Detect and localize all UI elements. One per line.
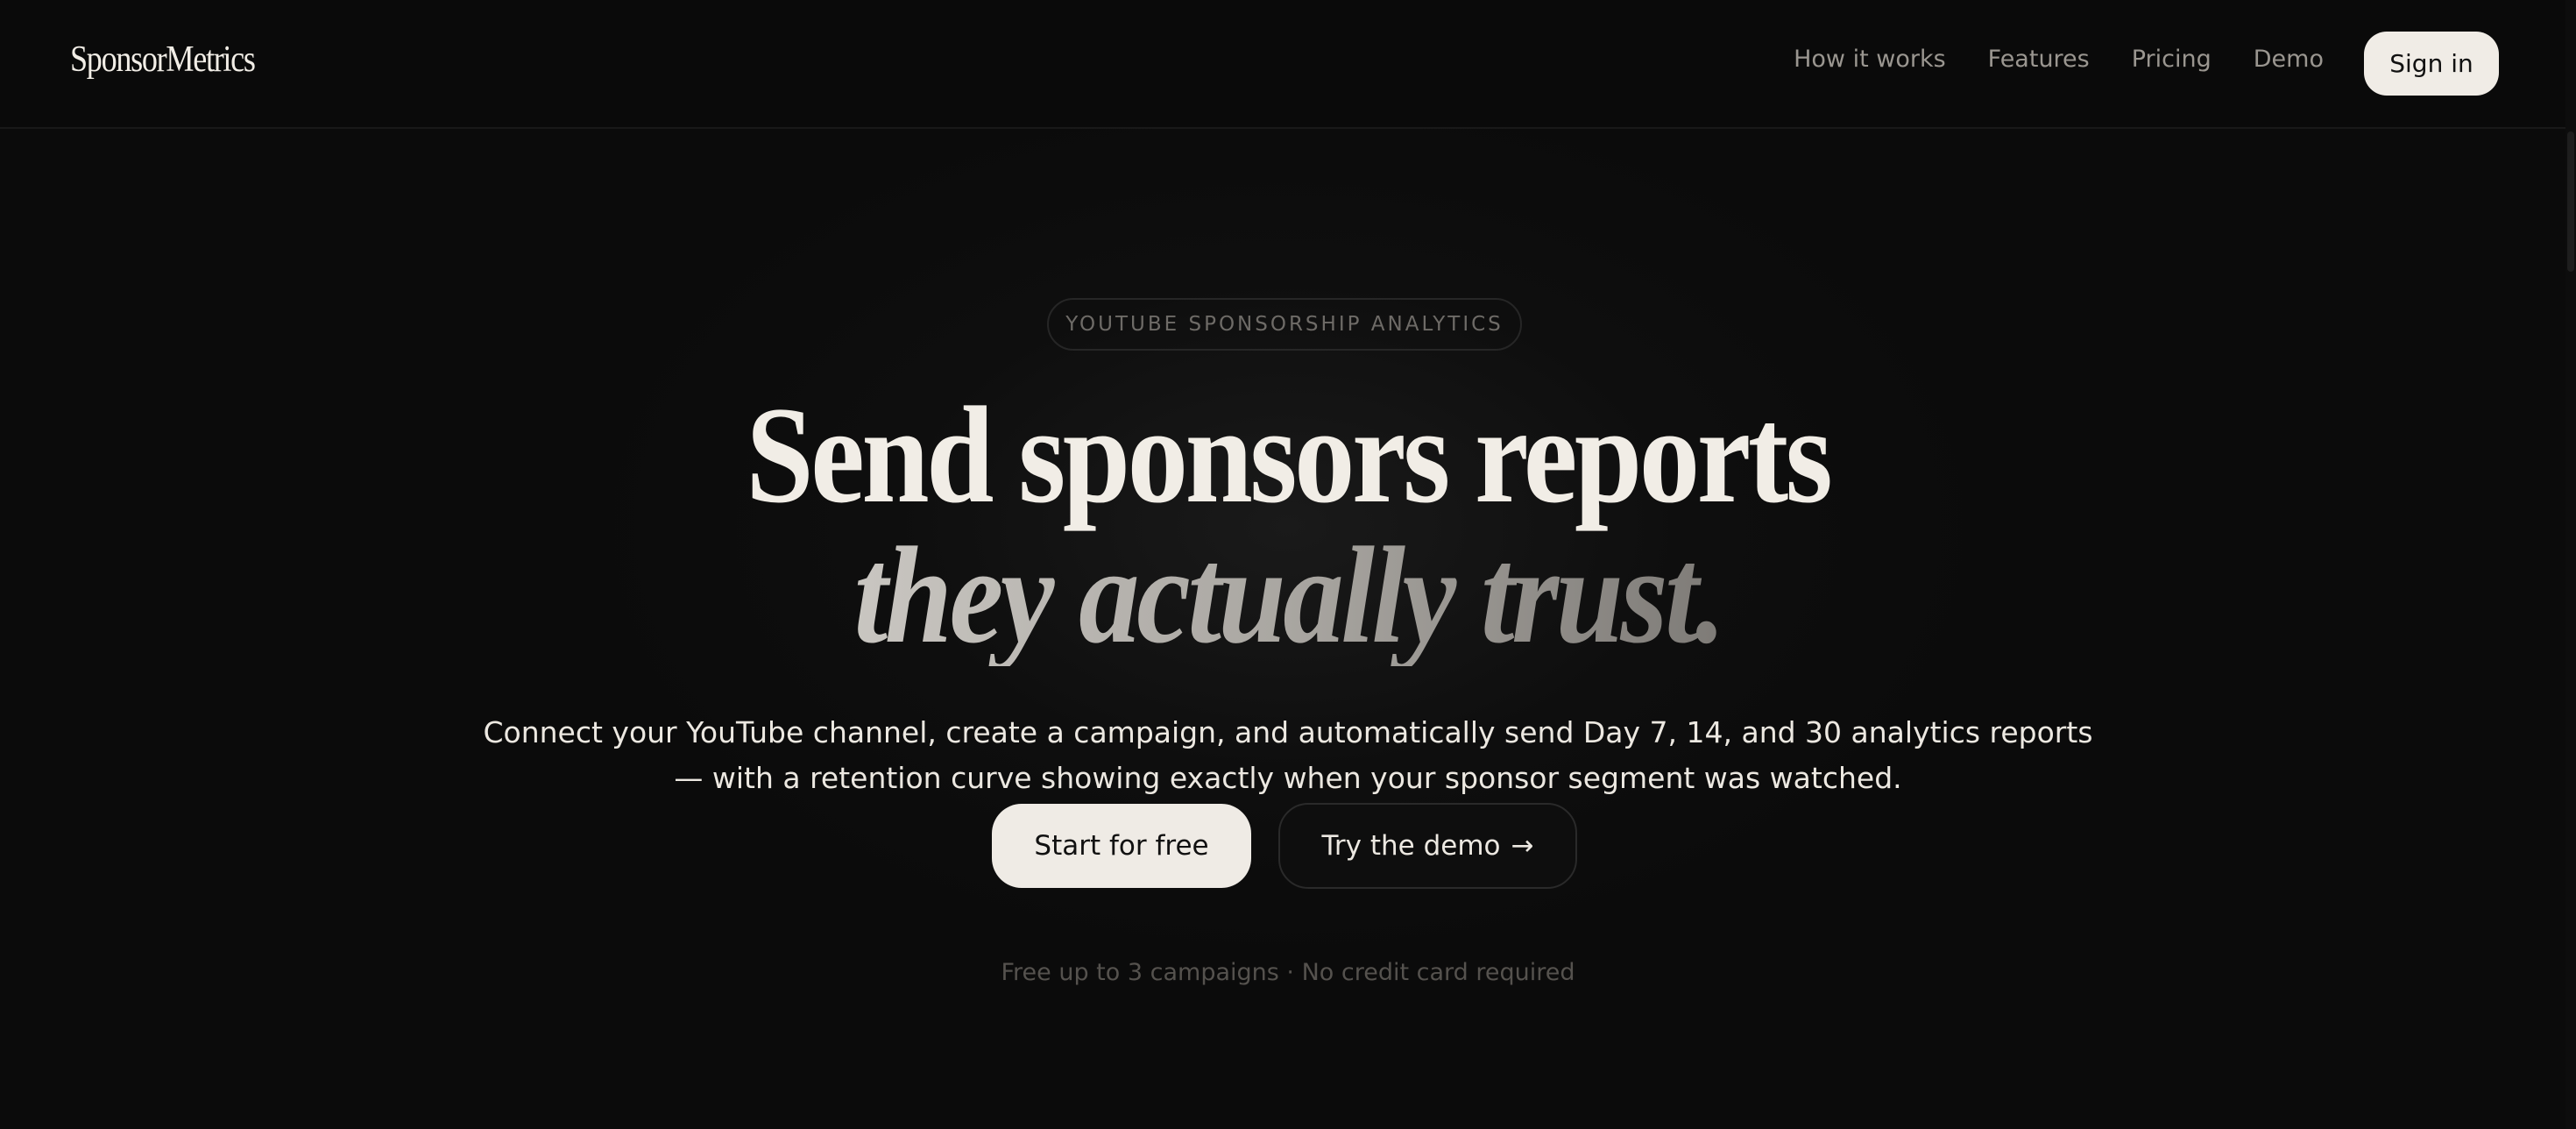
hero-description-line-1: Connect your YouTube channel, create a c…	[483, 715, 2093, 749]
headline-line-2: they actually trust.	[853, 519, 1725, 672]
arrow-right-icon: →	[1511, 830, 1534, 862]
pricing-footnote: Free up to 3 campaigns · No credit card …	[1001, 959, 1575, 986]
top-navigation: SponsorMetrics How it works Features Pri…	[0, 0, 2576, 129]
category-badge: YOUTUBE SPONSORSHIP ANALYTICS	[1047, 298, 1522, 351]
nav-link-features[interactable]: Features	[1988, 46, 2090, 73]
logo[interactable]: SponsorMetrics	[70, 39, 256, 81]
page-scrollbar[interactable]	[2565, 0, 2576, 1129]
start-for-free-button[interactable]: Start for free	[992, 804, 1251, 888]
nav-link-how-it-works[interactable]: How it works	[1794, 46, 1946, 73]
try-demo-label: Try the demo	[1321, 830, 1501, 862]
sign-in-button[interactable]: Sign in	[2364, 32, 2499, 96]
try-demo-button[interactable]: Try the demo →	[1278, 803, 1577, 889]
scrollbar-thumb[interactable]	[2567, 131, 2574, 272]
nav-links: How it works Features Pricing Demo	[1794, 46, 2324, 73]
nav-link-pricing[interactable]: Pricing	[2132, 46, 2212, 73]
nav-link-demo[interactable]: Demo	[2254, 46, 2324, 73]
headline-line-1: Send sponsors reports	[746, 379, 1833, 532]
landing-page: SponsorMetrics How it works Features Pri…	[0, 0, 2576, 1129]
hero-description: Connect your YouTube channel, create a c…	[0, 710, 2576, 801]
headline-primary: Send sponsors reports	[0, 386, 2576, 526]
hero-description-line-2: — with a retention curve showing exactly…	[674, 761, 1902, 795]
headline-secondary: they actually trust.	[0, 526, 2576, 666]
